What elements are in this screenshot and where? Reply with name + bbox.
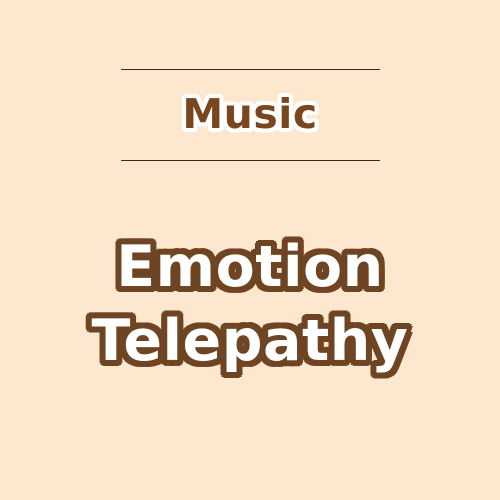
title-line-1: Emotion: [116, 234, 384, 300]
category-label: Music: [182, 90, 318, 138]
title-line-2: Telepathy: [91, 308, 409, 374]
top-divider: [121, 69, 380, 70]
bottom-divider: [121, 160, 380, 161]
